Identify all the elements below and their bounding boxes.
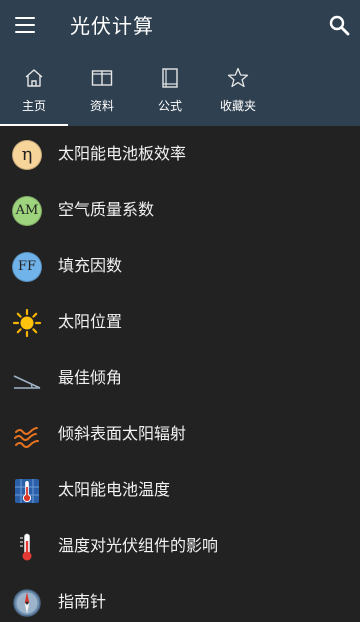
sun-icon bbox=[12, 308, 42, 338]
tab-favorites-label: 收藏夹 bbox=[219, 99, 256, 113]
list-item-label: 温度对光伏组件的影响 bbox=[58, 536, 219, 555]
tab-home[interactable]: 主页 bbox=[0, 52, 68, 126]
list-item-label: 倾斜表面太阳辐射 bbox=[58, 424, 187, 443]
list-item-cell-temperature[interactable]: 太阳能电池温度 bbox=[0, 462, 360, 518]
home-icon bbox=[22, 66, 46, 90]
list-item-label: 空气质量系数 bbox=[58, 200, 155, 219]
star-icon bbox=[226, 66, 250, 90]
list-item-label: 太阳位置 bbox=[58, 312, 123, 331]
list-item-sun-position[interactable]: 太阳位置 bbox=[0, 294, 360, 350]
eta-badge-icon: η bbox=[12, 140, 42, 170]
tab-home-label: 主页 bbox=[21, 99, 46, 113]
ff-badge-icon: FF bbox=[12, 252, 42, 282]
tab-formulas-label: 公式 bbox=[157, 99, 182, 113]
list-item-tilted-irradiance[interactable]: 倾斜表面太阳辐射 bbox=[0, 406, 360, 462]
book-open-icon bbox=[90, 66, 114, 90]
compass-icon bbox=[12, 588, 42, 618]
list-item-optimal-tilt[interactable]: 最佳倾角 bbox=[0, 350, 360, 406]
calculator-list: η 太阳能电池板效率 AM 空气质量系数 FF 填充因数 太阳位置 最佳倾角 倾… bbox=[0, 126, 360, 622]
tab-formulas[interactable]: 公式 bbox=[136, 52, 204, 126]
book-closed-icon bbox=[158, 66, 182, 90]
menu-icon[interactable] bbox=[13, 15, 37, 35]
list-item-panel-efficiency[interactable]: η 太阳能电池板效率 bbox=[0, 126, 360, 182]
app-bar: 光伏计算 主页 资料 公式 收藏夹 bbox=[0, 0, 360, 126]
toolbar: 光伏计算 bbox=[0, 0, 360, 52]
tilt-angle-icon bbox=[12, 364, 42, 394]
tab-materials[interactable]: 资料 bbox=[68, 52, 136, 126]
list-item-label: 填充因数 bbox=[58, 256, 123, 275]
tab-materials-label: 资料 bbox=[89, 99, 114, 113]
list-item-label: 太阳能电池板效率 bbox=[58, 144, 187, 163]
list-item-temperature-effect[interactable]: 温度对光伏组件的影响 bbox=[0, 518, 360, 574]
solar-panel-thermometer-icon bbox=[12, 476, 42, 506]
app-screen: 光伏计算 主页 资料 公式 收藏夹 η 太阳能电池板效率 AM 空气质量系数 F… bbox=[0, 0, 360, 622]
list-item-compass[interactable]: 指南针 bbox=[0, 574, 360, 622]
list-item-air-mass[interactable]: AM 空气质量系数 bbox=[0, 182, 360, 238]
list-item-label: 指南针 bbox=[58, 592, 107, 611]
am-badge-icon: AM bbox=[12, 196, 42, 226]
tab-favorites[interactable]: 收藏夹 bbox=[204, 52, 272, 126]
tab-bar: 主页 资料 公式 收藏夹 bbox=[0, 52, 360, 126]
radiation-icon bbox=[12, 420, 42, 450]
search-icon[interactable] bbox=[327, 13, 351, 37]
list-item-fill-factor[interactable]: FF 填充因数 bbox=[0, 238, 360, 294]
list-item-label: 最佳倾角 bbox=[58, 368, 123, 387]
page-title: 光伏计算 bbox=[70, 14, 154, 38]
list-item-label: 太阳能电池温度 bbox=[58, 480, 171, 499]
thermometer-icon bbox=[12, 532, 42, 562]
